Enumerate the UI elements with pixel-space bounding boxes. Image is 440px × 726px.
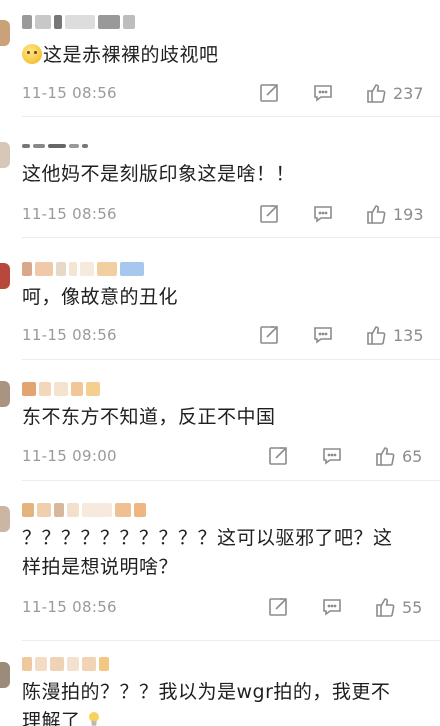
repost-icon <box>269 598 287 616</box>
comment-item: 这是赤裸裸的歧视吧 11-15 08:56 237 <box>0 0 440 120</box>
timestamp: 11-15 08:56 <box>22 205 117 223</box>
avatar[interactable] <box>0 381 10 407</box>
repost-icon <box>260 84 278 102</box>
timestamp: 11-15 08:56 <box>22 326 117 344</box>
thumbs-up-icon <box>376 447 395 466</box>
repost-button[interactable] <box>258 81 280 105</box>
repost-icon <box>260 205 278 223</box>
comment-meta: 11-15 08:56 135 <box>22 323 430 347</box>
confused-emoji-icon <box>22 44 42 64</box>
comment-item: ？？？？？？？？？？这可以驱邪了吧？这 样拍是想说明啥？ 11-15 08:56… <box>0 480 440 640</box>
comment-button[interactable] <box>312 202 334 226</box>
comment-item: 这他妈不是刻版印象这是啥！！ 11-15 08:56 193 <box>0 116 440 238</box>
comment-feed: 这是赤裸裸的歧视吧 11-15 08:56 237 这他妈不是刻版印象这是啥！！… <box>0 0 440 726</box>
username-blurred[interactable] <box>22 381 100 397</box>
comment-item: 呵，像故意的丑化 11-15 08:56 135 <box>0 237 440 359</box>
thumbs-up-icon <box>367 205 386 224</box>
comment-meta: 11-15 09:00 65 <box>22 444 430 468</box>
avatar[interactable] <box>0 142 10 168</box>
username-blurred[interactable] <box>22 14 135 30</box>
comment-text: 这他妈不是刻版印象这是啥！！ <box>22 163 296 185</box>
comment-text-line: 理解了 <box>22 707 426 726</box>
like-button[interactable]: 135 <box>365 323 424 347</box>
repost-button[interactable] <box>267 444 289 468</box>
thumbs-up-icon <box>376 598 395 617</box>
comment-item: 陈漫拍的？？？我以为是wgr拍的，我更不 理解了 <box>0 640 440 726</box>
like-count: 135 <box>393 325 424 345</box>
comment-icon <box>314 206 332 223</box>
thumbs-up-icon <box>367 326 386 345</box>
comment-text: ？？？？？？？？？？这可以驱邪了吧？这 样拍是想说明啥？ <box>22 524 426 582</box>
comment-icon <box>314 327 332 344</box>
avatar[interactable] <box>0 20 10 46</box>
comment-text: 陈漫拍的？？？我以为是wgr拍的，我更不 理解了 <box>22 678 426 726</box>
comment-icon <box>323 599 341 616</box>
thumbs-up-icon <box>367 84 386 103</box>
comment-meta: 11-15 08:56 237 <box>22 81 430 105</box>
like-button[interactable]: 193 <box>365 202 424 226</box>
comment-button[interactable] <box>312 323 334 347</box>
comment-text-line: ？？？？？？？？？？这可以驱邪了吧？这 <box>22 527 393 549</box>
like-button[interactable]: 237 <box>365 81 424 105</box>
username-blurred[interactable] <box>22 502 146 518</box>
like-count: 237 <box>393 83 424 103</box>
comment-button[interactable] <box>321 444 343 468</box>
like-button[interactable]: 65 <box>374 444 422 468</box>
lightbulb-emoji-icon <box>89 712 100 726</box>
comment-text: 呵，像故意的丑化 <box>22 286 179 308</box>
comment-text-line: 陈漫拍的？？？我以为是wgr拍的，我更不 <box>22 681 391 703</box>
username-blurred[interactable] <box>22 656 109 672</box>
like-count: 193 <box>393 204 424 224</box>
avatar[interactable] <box>0 662 10 688</box>
repost-button[interactable] <box>258 202 280 226</box>
comment-text: 这是赤裸裸的歧视吧 <box>22 41 426 70</box>
timestamp: 11-15 09:00 <box>22 447 117 465</box>
comment-button[interactable] <box>321 595 343 619</box>
username-blurred[interactable] <box>22 261 144 277</box>
repost-icon <box>260 326 278 344</box>
repost-button[interactable] <box>267 595 289 619</box>
comment-icon <box>323 448 341 465</box>
comment-meta: 11-15 08:56 55 <box>22 595 430 619</box>
timestamp: 11-15 08:56 <box>22 84 117 102</box>
comment-text: 东不东方不知道，反正不中国 <box>22 406 276 428</box>
repost-icon <box>269 447 287 465</box>
comment-meta: 11-15 08:56 193 <box>22 202 430 226</box>
repost-button[interactable] <box>258 323 280 347</box>
comment-icon <box>314 85 332 102</box>
timestamp: 11-15 08:56 <box>22 598 117 616</box>
comment-item: 东不东方不知道，反正不中国 11-15 09:00 65 <box>0 359 440 481</box>
avatar[interactable] <box>0 506 10 532</box>
like-count: 65 <box>402 446 423 466</box>
avatar[interactable] <box>0 263 10 289</box>
comment-button[interactable] <box>312 81 334 105</box>
like-count: 55 <box>402 597 423 617</box>
comment-text-line: 样拍是想说明啥？ <box>22 556 179 578</box>
like-button[interactable]: 55 <box>374 595 422 619</box>
username-blurred[interactable] <box>22 138 88 154</box>
